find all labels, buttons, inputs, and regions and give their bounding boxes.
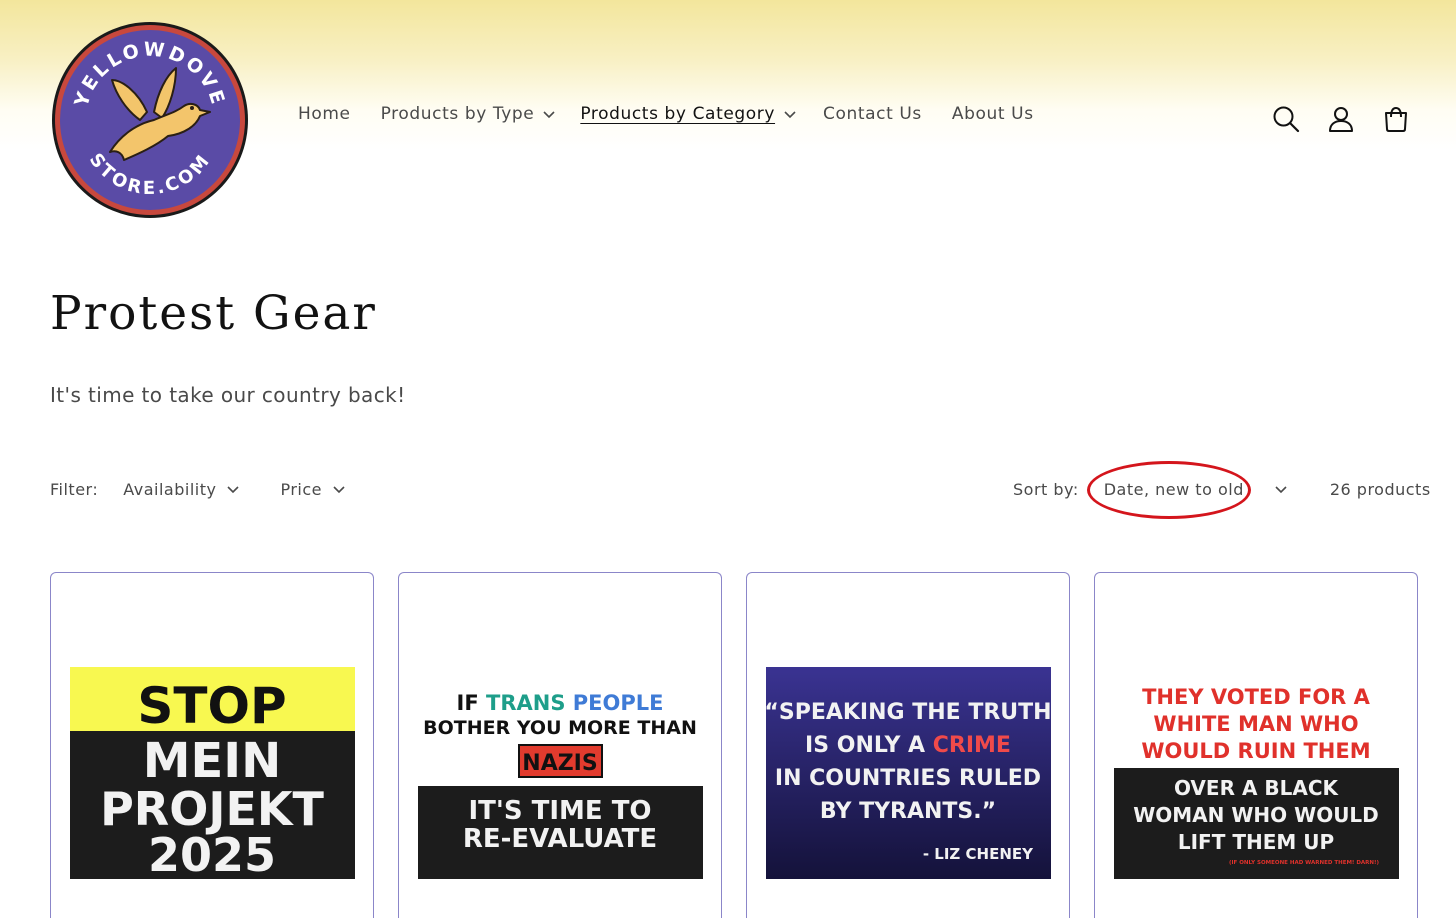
site-header: YELLOWDOVE STORE.COM Home Products by Ty… xyxy=(0,0,1456,240)
poster-text: WOULD RUIN THEM xyxy=(1141,739,1370,763)
account-button[interactable] xyxy=(1323,101,1359,137)
page-subtitle: It's time to take our country back! xyxy=(50,383,406,407)
nav-item-label: Products by Type xyxy=(380,104,535,124)
sort-select[interactable]: Date, new to old xyxy=(1104,480,1330,499)
filter-availability-dropdown[interactable]: Availability xyxy=(123,480,240,499)
svg-text:IF TRANS P: IF TRANS PEOPLE xyxy=(457,691,664,715)
header-icon-group xyxy=(1268,101,1414,137)
sort-selected-value: Date, new to old xyxy=(1103,479,1244,499)
product-image[interactable]: THEY VOTED FOR A WHITE MAN WHO WOULD RUI… xyxy=(1114,667,1399,879)
product-card[interactable]: IF TRANS PEOPLE BOTHER YOU MORE THAN NAZ… xyxy=(398,572,722,918)
filter-availability-label: Availability xyxy=(123,479,217,499)
poster-text: THEY VOTED FOR A xyxy=(1142,685,1371,709)
nav-item-label: Contact Us xyxy=(823,104,922,124)
product-image[interactable]: “SPEAKING THE TRUTH IS ONLY A CRIME IN C… xyxy=(766,667,1051,879)
poster-text: BOTHER YOU MORE THAN xyxy=(423,717,697,739)
poster-text: 2025 xyxy=(148,828,276,879)
filter-label: Filter: xyxy=(50,479,99,499)
product-card[interactable]: THEY VOTED FOR A WHITE MAN WHO WOULD RUI… xyxy=(1094,572,1418,918)
search-button[interactable] xyxy=(1268,101,1304,137)
product-image[interactable]: IF TRANS PEOPLE BOTHER YOU MORE THAN NAZ… xyxy=(418,667,703,879)
poster-text: IS ONLY A xyxy=(805,733,925,758)
poster-text: BY TYRANTS.” xyxy=(820,799,996,824)
account-icon xyxy=(1329,107,1353,132)
nav-item-products-by-type[interactable]: Products by Type xyxy=(381,104,557,124)
filter-bar: Filter: Availability Price xyxy=(50,476,386,502)
cart-icon xyxy=(1385,106,1407,132)
nav-item-label: Products by Category xyxy=(580,104,776,124)
chevron-down-icon xyxy=(333,486,345,494)
poster-text: NAZIS xyxy=(522,751,597,776)
poster-text: “SPEAKING THE TRUTH xyxy=(766,700,1051,725)
sort-label: Sort by: xyxy=(1013,479,1079,499)
poster-text: IN COUNTRIES RULED xyxy=(775,766,1041,791)
store-logo[interactable]: YELLOWDOVE STORE.COM xyxy=(50,20,250,220)
nav-item-contact-us[interactable]: Contact Us xyxy=(823,104,922,124)
nav-item-about-us[interactable]: About Us xyxy=(952,104,1034,124)
chevron-down-icon xyxy=(227,486,240,494)
nav-item-products-by-category[interactable]: Products by Category xyxy=(580,104,797,124)
poster-text: MEIN xyxy=(143,733,282,789)
yellowdove-logo-icon: YELLOWDOVE STORE.COM xyxy=(52,22,248,218)
poster-attribution: - LIZ CHENEY xyxy=(923,845,1034,863)
filter-price-label: Price xyxy=(280,479,322,499)
poster-text: RE-EVALUATE xyxy=(463,824,657,854)
chevron-down-icon xyxy=(784,111,796,119)
product-grid: STOP MEIN PROJEKT 2025 IF TRANS PEOPLE B… xyxy=(50,572,1418,918)
product-count: 26 products xyxy=(1329,479,1431,499)
product-card[interactable]: “SPEAKING THE TRUTH IS ONLY A CRIME IN C… xyxy=(746,572,1070,918)
nav-item-label: About Us xyxy=(951,104,1034,124)
poster-text: OVER A BLACK xyxy=(1174,776,1340,800)
search-icon xyxy=(1273,106,1300,133)
product-image[interactable]: STOP MEIN PROJEKT 2025 xyxy=(70,667,355,879)
filter-price-dropdown[interactable]: Price xyxy=(280,480,346,499)
poster-text: IF xyxy=(457,691,479,715)
poster-text: LIFT THEM UP xyxy=(1178,830,1334,854)
poster-text: WOMAN WHO WOULD xyxy=(1133,803,1379,827)
poster-text-highlight: CRIME xyxy=(933,733,1011,758)
product-card[interactable]: STOP MEIN PROJEKT 2025 xyxy=(50,572,374,918)
poster-text: WHITE MAN WHO xyxy=(1153,712,1358,736)
chevron-down-icon xyxy=(543,111,555,119)
main-navigation: Home Products by Type Products by Catego… xyxy=(298,104,1034,136)
page-title: Protest Gear xyxy=(50,286,377,341)
poster-text-highlight: TRANS xyxy=(486,691,565,715)
cart-button[interactable] xyxy=(1378,101,1414,137)
poster-text: IT'S TIME TO xyxy=(468,796,651,826)
poster-text: STOP xyxy=(137,677,286,735)
nav-item-label: Home xyxy=(298,104,351,124)
poster-text-highlight: PEOPLE xyxy=(573,691,664,715)
sort-bar: Sort by: Date, new to old 26 products xyxy=(1013,476,1431,502)
svg-text:IS ONLY A CRIME: IS ONLY A CRIME xyxy=(805,733,1011,758)
nav-item-home[interactable]: Home xyxy=(298,104,351,124)
poster-footnote: (IF ONLY SOMEONE HAD WARNED THEM! DARN!) xyxy=(1229,860,1380,866)
chevron-down-icon xyxy=(1275,486,1287,494)
